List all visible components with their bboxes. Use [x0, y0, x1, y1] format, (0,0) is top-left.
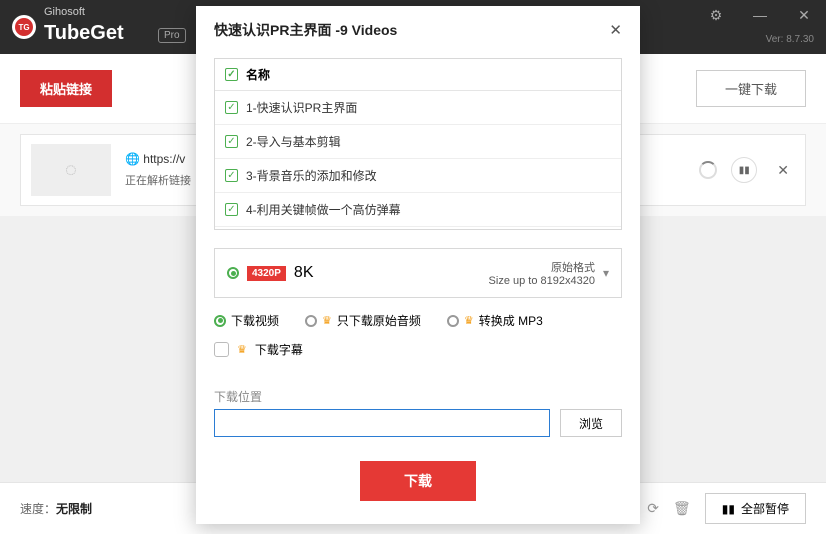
list-item[interactable]: ✓3-背景音乐的添加和修改 — [215, 159, 621, 193]
location-label: 下载位置 — [214, 388, 622, 405]
item-checkbox[interactable]: ✓ — [225, 169, 238, 182]
format-label: 原始格式 — [489, 259, 595, 275]
subtitle-option[interactable]: ♛ 下载字幕 — [214, 341, 622, 358]
close-window-icon[interactable]: ✕ — [782, 0, 826, 30]
video-list: ✓ 名称 ✓1-快速认识PR主界面 ✓2-导入与基本剪辑 ✓3-背景音乐的添加和… — [214, 58, 622, 230]
speed-display: 速度：无限制 — [20, 500, 92, 517]
dialog-close-icon[interactable]: ✕ — [609, 21, 622, 39]
list-item[interactable]: ✓4-利用关键帧做一个高仿弹幕 — [215, 193, 621, 227]
subtitle-checkbox[interactable] — [214, 342, 229, 357]
download-button[interactable]: 下载 — [360, 461, 476, 501]
list-header[interactable]: ✓ 名称 — [215, 59, 621, 91]
loading-spinner-icon — [699, 161, 717, 179]
item-checkbox[interactable]: ✓ — [225, 203, 238, 216]
brand-main: TubeGet — [44, 22, 124, 45]
download-options: 下载视频 ♛只下载原始音频 ♛转换成 MP3 — [214, 312, 622, 329]
dialog-title: 快速认识PR主界面 -9 Videos — [214, 20, 397, 40]
crown-icon: ♛ — [237, 343, 247, 356]
list-item[interactable]: ✓5-让说话的速度快起来 — [215, 227, 621, 230]
quality-selector[interactable]: 4320P 8K 原始格式 Size up to 8192x4320 ▾ — [214, 248, 622, 298]
thumbnail-placeholder: ◌ — [31, 144, 111, 196]
version-label: Ver: 8.7.30 — [766, 34, 814, 45]
option-video[interactable]: 下载视频 — [214, 312, 279, 329]
select-all-checkbox[interactable]: ✓ — [225, 68, 238, 81]
option-mp3[interactable]: ♛转换成 MP3 — [447, 312, 543, 329]
pro-badge: Pro — [158, 28, 186, 43]
video-selection-dialog: 快速认识PR主界面 -9 Videos ✕ ✓ 名称 ✓1-快速认识PR主界面 … — [196, 6, 640, 524]
resolution-badge: 4320P — [247, 266, 286, 281]
item-checkbox[interactable]: ✓ — [225, 135, 238, 148]
crown-icon: ♛ — [464, 314, 474, 327]
one-click-download-button[interactable]: 一键下载 — [696, 70, 806, 107]
option-audio-only[interactable]: ♛只下载原始音频 — [305, 312, 421, 329]
minimize-icon[interactable]: — — [738, 0, 782, 30]
crown-icon: ♛ — [322, 314, 332, 327]
settings-icon[interactable]: ⚙ — [694, 0, 738, 30]
pause-all-button[interactable]: ▮▮ 全部暂停 — [705, 493, 806, 524]
brand-top: Gihosoft — [44, 6, 85, 18]
app-logo: TG — [12, 15, 36, 39]
remove-row-button[interactable]: ✕ — [771, 162, 795, 179]
delete-icon[interactable]: 🗑 — [673, 500, 691, 517]
refresh-icon[interactable]: ⟳ — [647, 500, 659, 517]
size-label: Size up to 8192x4320 — [489, 275, 595, 287]
quality-radio-icon[interactable] — [227, 267, 239, 279]
chevron-down-icon[interactable]: ▾ — [603, 266, 609, 280]
paste-link-button[interactable]: 粘贴链接 — [20, 70, 112, 107]
browse-button[interactable]: 浏览 — [560, 409, 622, 437]
item-checkbox[interactable]: ✓ — [225, 101, 238, 114]
list-item[interactable]: ✓1-快速认识PR主界面 — [215, 91, 621, 125]
download-path-input[interactable] — [214, 409, 550, 437]
list-item[interactable]: ✓2-导入与基本剪辑 — [215, 125, 621, 159]
pause-row-button[interactable]: ▮▮ — [731, 157, 757, 183]
column-name: 名称 — [246, 66, 270, 83]
quality-label: 8K — [294, 264, 314, 282]
